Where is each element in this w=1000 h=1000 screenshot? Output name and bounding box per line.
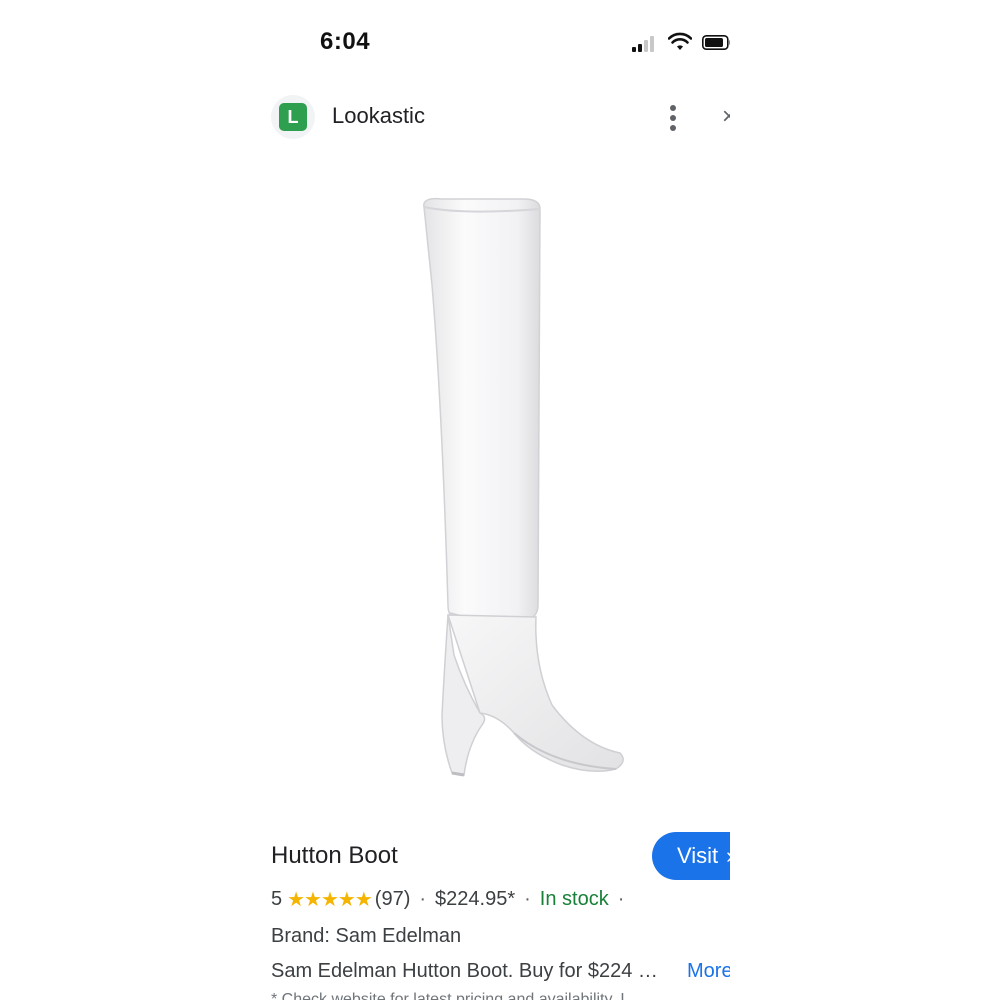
- close-icon[interactable]: ×: [722, 104, 730, 130]
- product-description: Sam Edelman Hutton Boot. Buy for $224 …: [271, 960, 658, 982]
- separator-dot: ·: [524, 888, 531, 910]
- product-title[interactable]: Hutton Boot: [271, 842, 398, 870]
- product-image[interactable]: [402, 185, 642, 795]
- review-count: (97): [374, 888, 411, 910]
- site-logo-letter: L: [279, 103, 307, 131]
- separator-dot: ·: [419, 888, 427, 910]
- brand-label: Brand: Sam Edelman: [271, 925, 462, 947]
- visit-button-label: Visit: [677, 843, 719, 868]
- battery-icon: [702, 35, 730, 50]
- availability-status: In stock: [539, 888, 609, 910]
- more-link[interactable]: More: [687, 960, 730, 983]
- price: $224.95*: [435, 888, 516, 910]
- visit-button[interactable]: Visit ›: [652, 832, 730, 880]
- wifi-icon: [668, 32, 692, 50]
- separator-dot: ·: [617, 888, 625, 910]
- more-vertical-icon[interactable]: [660, 103, 686, 133]
- star-rating-icon: ★★★★★: [287, 889, 373, 911]
- phone-screen: 6:04 L Lookastic × Hutton Boot Visit 5 ★…: [262, 0, 730, 1000]
- cellular-signal-icon: [632, 34, 660, 52]
- site-name[interactable]: Lookastic: [332, 103, 425, 129]
- site-logo[interactable]: L: [271, 95, 315, 139]
- pricing-footnote: * Check website for latest pricing and a…: [271, 991, 625, 1000]
- rating-value: 5: [271, 888, 283, 910]
- rating-row: 5 ★★★★★ (97) · $224.95* · In stock ·: [271, 887, 633, 912]
- status-time: 6:04: [320, 28, 371, 55]
- chevron-right-icon: ›: [726, 843, 730, 869]
